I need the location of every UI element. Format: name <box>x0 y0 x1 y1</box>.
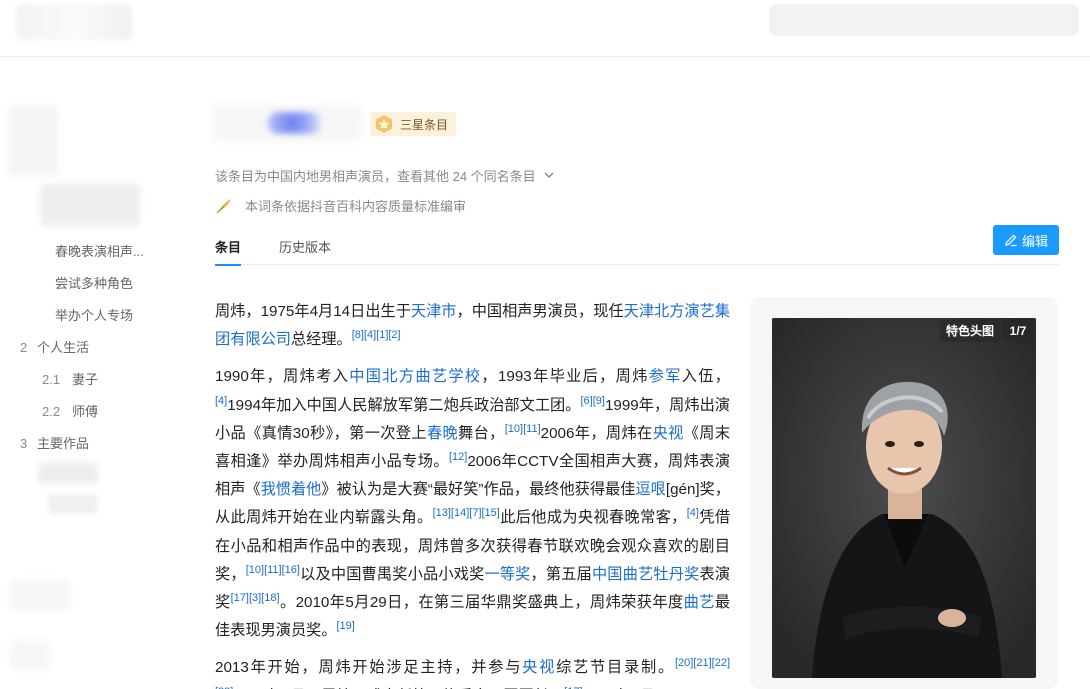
article-text: ，1993年毕业后，周炜 <box>481 368 649 386</box>
article-text: ，中国相声男演员，现任 <box>456 303 624 320</box>
toc-item-label: 尝试多种角色 <box>55 276 134 291</box>
article-paragraph: 2013年开始，周炜开始涉足主持，并参与央视综艺节目录制。[20][21][22… <box>215 654 730 689</box>
article-text: 入伍， <box>681 368 730 386</box>
tab-entry[interactable]: 条目 <box>215 237 242 266</box>
quality-standard-line: 本词条依据抖音百科内容质量标准编审 <box>215 196 466 215</box>
article-body: 周炜，1975年4月14日出生于天津市，中国相声男演员，现任天津北方演艺集团有限… <box>215 298 730 689</box>
toc-item-number: 3 <box>20 436 28 451</box>
edit-label: 编辑 <box>1021 233 1048 249</box>
article-paragraph: 周炜，1975年4月14日出生于天津市，中国相声男演员，现任天津北方演艺集团有限… <box>215 298 730 354</box>
quality-text: 本词条依据抖音百科内容质量标准编审 <box>245 199 467 214</box>
article-link[interactable]: 央视 <box>522 659 556 676</box>
article-paragraph: 1990年，周炜考入中国北方曲艺学校，1993年毕业后，周炜参军入伍，[4]19… <box>215 363 730 645</box>
toc-item-label: 举办个人专场 <box>55 308 134 323</box>
article-text: 此后他成为央视春晚常客， <box>499 509 687 527</box>
top-bar <box>0 0 1090 57</box>
citation-ref[interactable]: [8][4][1][2] <box>352 329 401 341</box>
article-text: 舞台， <box>458 424 505 442</box>
toc-item-label: 师傅 <box>72 404 99 419</box>
citation-ref[interactable]: [23] <box>215 686 233 689</box>
article-link[interactable]: 参军 <box>649 368 682 385</box>
toc-item-number: 2.2 <box>42 404 61 419</box>
toc-blurred-item[interactable] <box>40 184 140 226</box>
article-link[interactable]: 春晚 <box>427 425 458 442</box>
toc-item-wife[interactable]: 2.1 妻子 <box>42 369 98 388</box>
article-text: 1994年加入中国人民解放军第二炮兵政治部文工团。 <box>227 396 581 414</box>
citation-ref[interactable]: [17][3][18] <box>231 592 280 604</box>
entry-tabs: 条目 历史版本 <box>215 232 1059 266</box>
portrait-illustration <box>772 318 1036 678</box>
pencil-icon <box>1005 234 1017 247</box>
entry-title <box>212 100 362 146</box>
toc-blurred-item[interactable] <box>10 580 70 610</box>
badge-label: 三星条目 <box>400 117 449 132</box>
toc-item-special-show[interactable]: 举办个人专场 <box>55 305 133 324</box>
citation-ref[interactable]: [19] <box>337 620 355 632</box>
toc-blurred-item[interactable] <box>10 640 50 670</box>
citation-ref[interactable]: [20][21][22] <box>675 657 730 669</box>
article-text: 周炜，1975年4月14日出生于 <box>215 303 411 320</box>
edit-button[interactable]: 编辑 <box>993 225 1059 255</box>
citation-ref[interactable]: [10][11] <box>505 423 541 435</box>
citation-ref[interactable]: [6][9] <box>580 395 604 407</box>
article-text: 2006年，周炜在 <box>540 424 653 442</box>
article-text: 综艺节目录制。 <box>556 659 675 677</box>
star-rating-badge[interactable]: 三星条目 <box>370 112 457 136</box>
quill-icon <box>216 198 231 213</box>
citation-ref[interactable]: [13][14][7][15] <box>433 507 500 519</box>
citation-ref[interactable]: [12] <box>449 451 467 463</box>
image-counter: 1/7 <box>1002 320 1034 342</box>
article-link[interactable]: 一等奖 <box>484 566 530 583</box>
toc-blurred-item[interactable] <box>48 494 98 514</box>
toc-item-label: 妻子 <box>72 372 99 387</box>
chevron-down-icon[interactable] <box>544 170 554 182</box>
article-link[interactable]: 我惯着他 <box>261 481 322 498</box>
article-link[interactable]: 中国曲艺牡丹奖 <box>592 566 700 583</box>
search-input[interactable] <box>769 4 1079 36</box>
star-badge-icon <box>376 115 392 133</box>
article-text: 以及中国曹禺奖小品小戏奖 <box>299 565 485 583</box>
citation-ref[interactable]: [4] <box>687 507 699 519</box>
portrait-photo[interactable] <box>772 318 1036 678</box>
article-text: 总经理。 <box>290 331 352 349</box>
toc-item-spring-gala[interactable]: 春晚表演相声... <box>55 241 144 260</box>
site-logo[interactable] <box>16 4 132 40</box>
citation-ref[interactable]: [17] <box>564 686 582 689</box>
article-link[interactable]: 央视 <box>653 425 684 442</box>
toc-item-personal-life[interactable]: 2 个人生活 <box>20 337 89 356</box>
article-link[interactable]: 中国北方曲艺学校 <box>349 368 481 385</box>
toc-item-major-works[interactable]: 3 主要作品 <box>20 433 89 452</box>
toc-item-roles[interactable]: 尝试多种角色 <box>55 273 133 292</box>
toc-blurred-heading <box>8 106 58 176</box>
toc-item-label: 春晚表演相声... <box>55 244 144 259</box>
toc-item-number: 2.1 <box>42 372 61 387</box>
toc-item-label: 主要作品 <box>37 436 90 451</box>
citation-ref[interactable]: [4] <box>215 395 227 407</box>
toc-blurred-item[interactable] <box>38 462 98 484</box>
article-text: 》被认为是大赛“最好笑”作品，最终他获得最佳 <box>321 481 636 499</box>
featured-image-label: 特色头图 <box>940 320 1001 342</box>
toc-item-label: 个人生活 <box>37 340 90 355</box>
citation-ref[interactable]: [10][11][16] <box>246 564 300 576</box>
article-link[interactable]: 曲艺 <box>684 594 715 611</box>
article-text: ，第五届 <box>530 565 592 583</box>
article-link[interactable]: 逗哏 <box>635 481 665 498</box>
article-text: 1990年，周炜考入 <box>215 368 350 386</box>
disambiguation-text: 该条目为中国内地男相声演员，查看其他 24 个同名条目 <box>215 169 536 184</box>
tab-history[interactable]: 历史版本 <box>279 237 331 256</box>
toc-item-number: 2 <box>20 340 28 355</box>
article-text: 2013年开始，周炜开始涉足主持，并参与 <box>215 659 523 677</box>
disambiguation-line[interactable]: 该条目为中国内地男相声演员，查看其他 24 个同名条目 <box>215 166 554 185</box>
toc-item-master[interactable]: 2.2 师傅 <box>42 401 98 420</box>
article-text: 。2010年5月29日，在第三届华鼎奖盛典上，周炜荣获年度 <box>279 594 684 612</box>
article-link[interactable]: 天津市 <box>411 303 457 320</box>
